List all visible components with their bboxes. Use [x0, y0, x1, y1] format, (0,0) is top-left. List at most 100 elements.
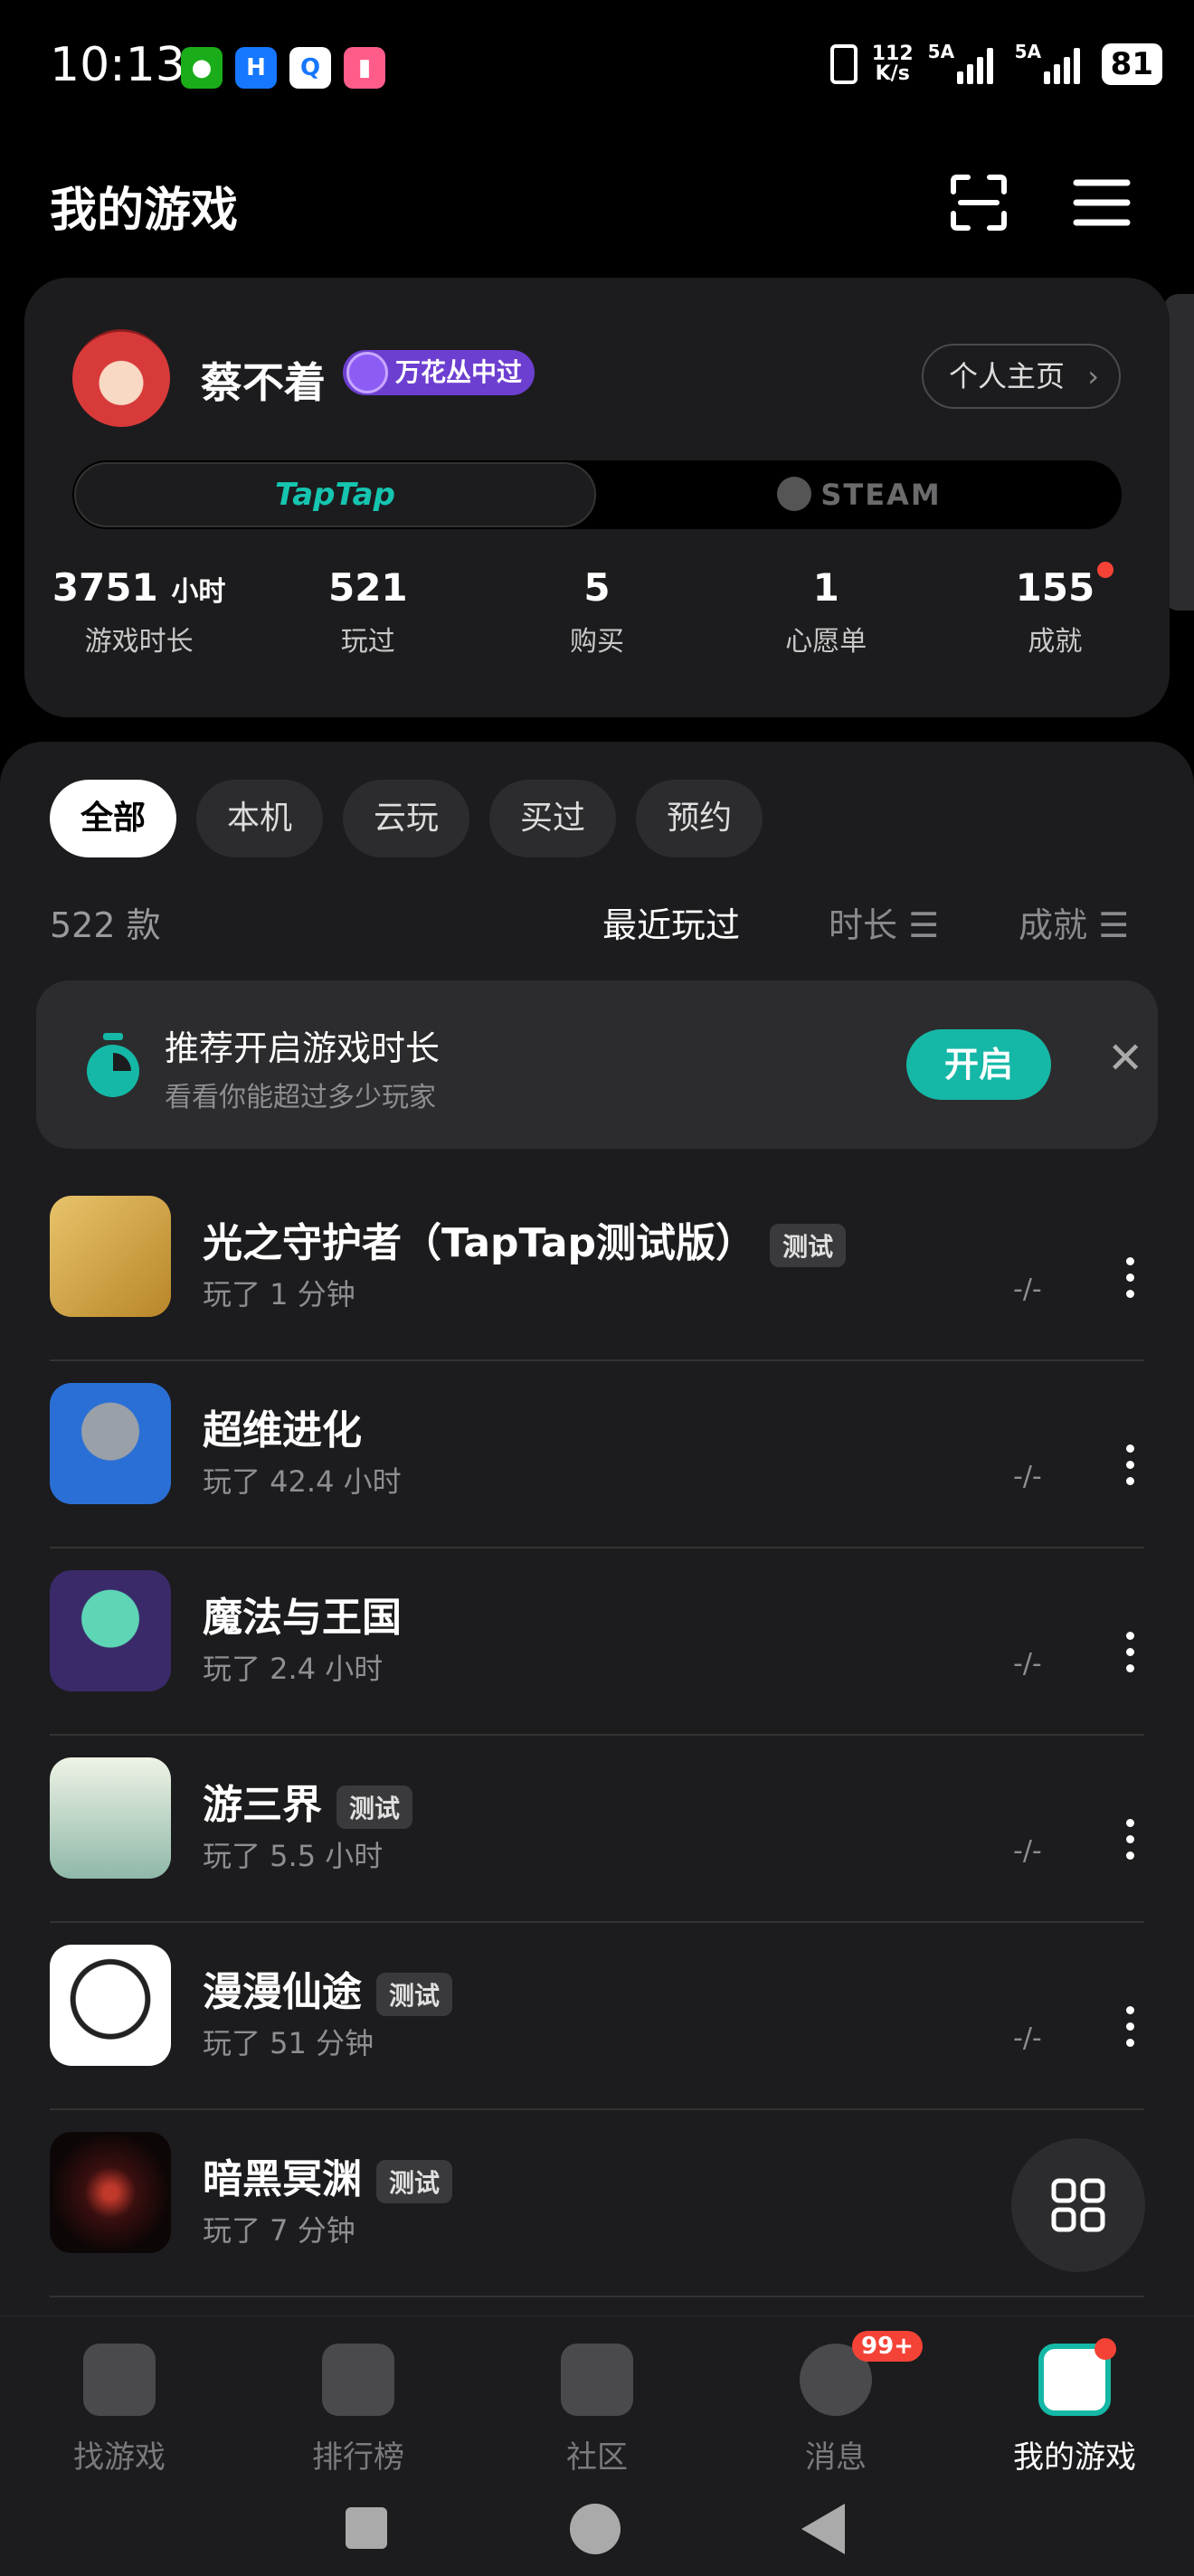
more-options-icon[interactable]: [1126, 1632, 1135, 1677]
scan-icon[interactable]: [950, 174, 1008, 232]
stat-played[interactable]: 521 玩过: [253, 565, 482, 658]
nav-rankings[interactable]: 排行榜: [239, 2344, 478, 2477]
nav-my-games[interactable]: 我的游戏: [955, 2338, 1194, 2477]
stat-playtime[interactable]: 3751 小时 游戏时长: [24, 565, 253, 658]
stats-row: 3751 小时 游戏时长 521 玩过 5 购买 1 心愿单 155 成就: [24, 562, 1170, 658]
game-name: 魔法与王国: [203, 1595, 402, 1641]
hammer-icon: [83, 2344, 156, 2416]
chevron-right-icon: ›: [1087, 359, 1099, 393]
title-badge[interactable]: 万花丛中过: [343, 350, 535, 395]
game-icon[interactable]: [50, 1570, 171, 1691]
nav-messages[interactable]: 99+ 消息: [716, 2331, 955, 2477]
signal-icon: 5A: [928, 41, 1000, 84]
more-options-icon[interactable]: [1126, 1444, 1135, 1490]
username: 蔡不着: [201, 358, 326, 407]
community-icon: [561, 2344, 633, 2416]
recommend-banner: 推荐开启游戏时长 看看你能超过多少玩家 开启 ✕: [36, 980, 1158, 1149]
more-options-icon[interactable]: [1126, 1819, 1135, 1864]
notification-dot: [1097, 562, 1114, 578]
game-name: 漫漫仙途: [203, 1969, 362, 2015]
avatar[interactable]: [72, 329, 170, 427]
sort-recent[interactable]: 最近玩过: [602, 897, 740, 947]
game-name: 游三界: [203, 1782, 322, 1828]
play-time: 玩了 51 分钟: [203, 2026, 374, 2060]
recommend-subtitle: 看看你能超过多少玩家: [165, 1082, 436, 1113]
grid-icon: [1051, 2178, 1105, 2232]
game-row[interactable]: 游三界 测试 玩了 5.5 小时 -/-: [50, 1736, 1144, 1923]
gamepad-badge-icon: [346, 352, 388, 393]
play-time: 玩了 7 分钟: [203, 2213, 355, 2248]
game-icon[interactable]: [50, 2132, 171, 2253]
game-row[interactable]: 魔法与王国 玩了 2.4 小时 -/-: [50, 1548, 1144, 1736]
chat-app-icon: Q: [289, 47, 331, 89]
unread-badge: 99+: [852, 2331, 923, 2362]
stat-wishlist[interactable]: 1 心愿单: [712, 565, 941, 658]
enable-button[interactable]: 开启: [906, 1029, 1051, 1100]
filter-local[interactable]: 本机: [196, 780, 324, 857]
test-badge: 测试: [376, 1973, 453, 2016]
close-icon[interactable]: ✕: [1107, 1033, 1143, 1084]
game-score: -/-: [1013, 1461, 1042, 1492]
stat-purchased[interactable]: 5 购买: [482, 565, 711, 658]
sort-achievement[interactable]: 成就 ☰: [1019, 897, 1129, 947]
filter-reserved[interactable]: 预约: [636, 780, 763, 857]
tab-taptap[interactable]: TapTap: [74, 462, 596, 527]
game-score: -/-: [1013, 1648, 1042, 1680]
notification-dot: [1094, 2338, 1116, 2360]
app-notification-icon: H: [235, 47, 277, 89]
battery-indicator: 81: [1101, 43, 1162, 85]
recent-apps-button[interactable]: [346, 2507, 387, 2549]
game-icon[interactable]: [50, 1383, 171, 1504]
nav-community[interactable]: 社区: [478, 2344, 716, 2477]
game-name: 超维进化: [203, 1407, 362, 1454]
game-score: -/-: [1013, 1274, 1042, 1305]
wechat-icon: ●: [181, 47, 223, 89]
play-time: 玩了 42.4 小时: [203, 1464, 402, 1499]
platform-switch: TapTap STEAM: [72, 460, 1122, 529]
game-icon[interactable]: [50, 1945, 171, 2066]
system-nav: [0, 2496, 1194, 2569]
game-row[interactable]: 超维进化 玩了 42.4 小时 -/-: [50, 1361, 1144, 1548]
tab-steam[interactable]: STEAM: [597, 460, 1122, 529]
video-app-icon: ▮: [344, 47, 385, 89]
steam-icon: [777, 477, 812, 511]
vibrate-icon: [829, 44, 858, 84]
game-row[interactable]: 光之守护者（TapTap测试版） 测试 玩了 1 分钟 -/-: [50, 1174, 1144, 1361]
sort-duration[interactable]: 时长 ☰: [829, 897, 939, 947]
play-time: 玩了 5.5 小时: [203, 1839, 384, 1873]
stat-achievements[interactable]: 155 成就: [941, 562, 1170, 658]
more-options-icon[interactable]: [1126, 1257, 1135, 1302]
grid-view-button[interactable]: [1011, 2138, 1145, 2272]
notification-icons: ● H Q ▮: [181, 47, 385, 89]
game-score: -/-: [1013, 2022, 1042, 2054]
filter-bought[interactable]: 买过: [489, 780, 617, 857]
game-row[interactable]: 漫漫仙途 测试 玩了 51 分钟 -/-: [50, 1923, 1144, 2110]
signal-icon: 5A: [1015, 41, 1087, 84]
test-badge: 测试: [336, 1785, 413, 1829]
podium-icon: [322, 2344, 394, 2416]
game-name: 暗黑冥渊: [203, 2156, 362, 2202]
game-row[interactable]: 暗黑冥渊 测试 玩了 7 分钟: [50, 2110, 1144, 2297]
profile-card: 蔡不着 万花丛中过 个人主页 › TapTap STEAM 3751 小时 游戏…: [24, 278, 1170, 717]
more-options-icon[interactable]: [1126, 2006, 1135, 2051]
play-time: 玩了 2.4 小时: [203, 1652, 384, 1686]
filter-cloud[interactable]: 云玩: [343, 780, 470, 857]
filter-chips: 全部 本机 云玩 买过 预约: [50, 780, 763, 857]
test-badge: 测试: [376, 2160, 453, 2203]
game-name: 光之守护者（TapTap测试版）: [203, 1220, 756, 1266]
game-icon[interactable]: [50, 1196, 171, 1317]
back-button[interactable]: [801, 2504, 845, 2554]
nav-find-games[interactable]: 找游戏: [0, 2344, 239, 2477]
test-badge: 测试: [770, 1224, 847, 1267]
profile-page-button[interactable]: 个人主页 ›: [921, 344, 1121, 409]
menu-icon[interactable]: [1073, 174, 1131, 232]
recommend-title: 推荐开启游戏时长: [165, 1028, 441, 1068]
message-icon: 99+: [800, 2331, 923, 2416]
net-speed: 112 K/s: [871, 43, 914, 85]
filter-all[interactable]: 全部: [50, 780, 177, 857]
game-score: -/-: [1013, 1835, 1042, 1867]
game-count: 522 款: [50, 905, 161, 945]
game-icon[interactable]: [50, 1757, 171, 1879]
home-button[interactable]: [570, 2504, 621, 2554]
page-title: 我的游戏: [50, 184, 239, 238]
